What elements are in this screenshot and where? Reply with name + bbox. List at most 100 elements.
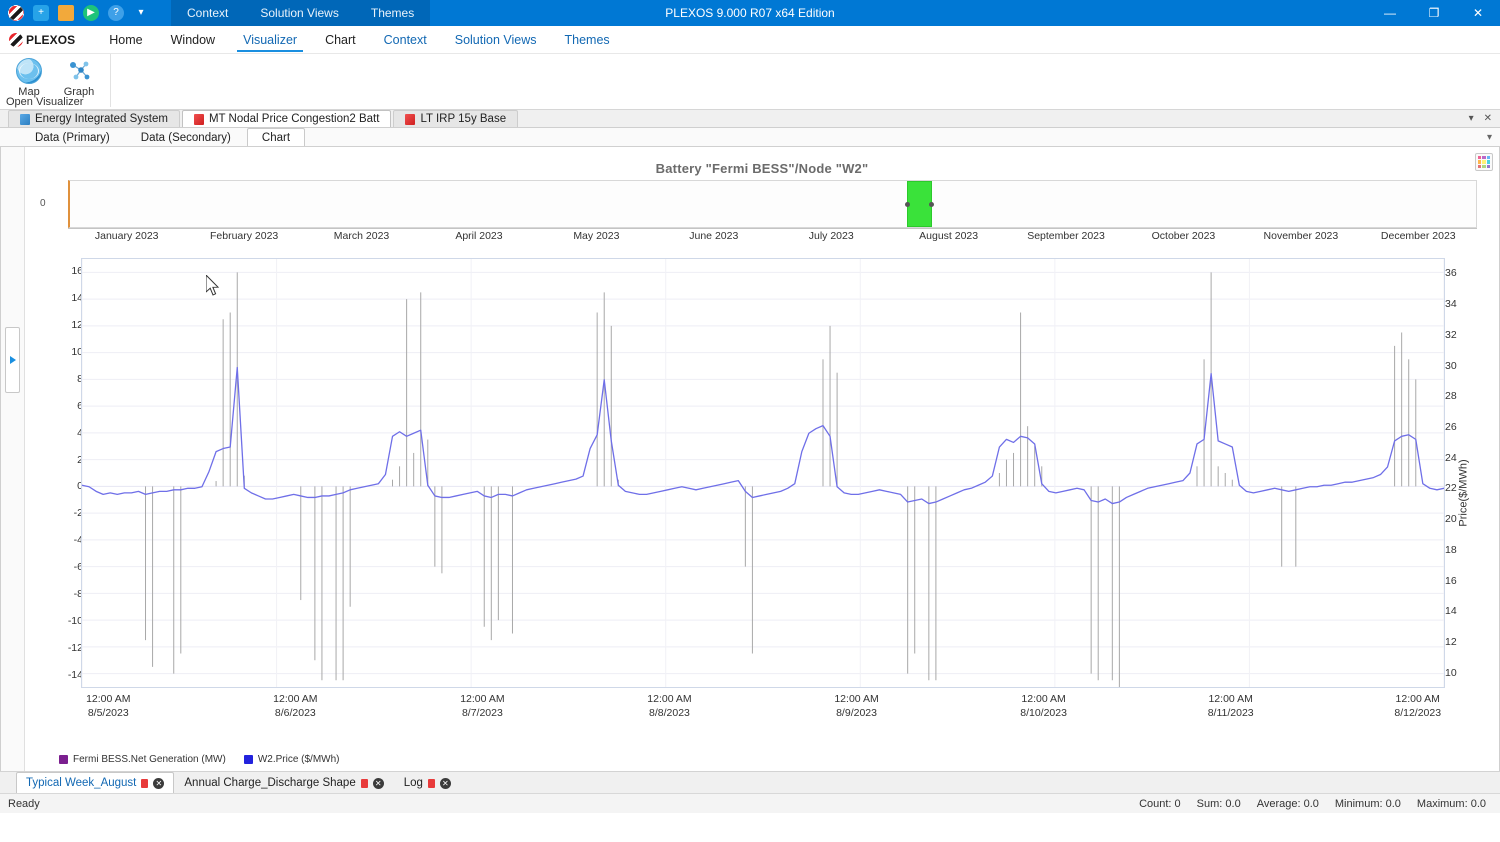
subtab-overflow-icon[interactable]: ▾ <box>1487 132 1492 143</box>
x-axis-tick: 12:00 AM8/6/2023 <box>273 692 317 720</box>
main-plot: Net Generation(MW) Price($/MWh) 16141210… <box>25 258 1499 728</box>
tab-data-secondary[interactable]: Data (Secondary) <box>126 128 246 146</box>
qat-dropdown-icon[interactable]: ▾ <box>133 5 149 21</box>
legend-swatch <box>59 755 68 764</box>
legend-label: W2.Price ($/MWh) <box>258 754 340 765</box>
plot-area[interactable] <box>81 258 1445 688</box>
menu-home[interactable]: Home <box>95 26 156 54</box>
menu-visualizer[interactable]: Visualizer <box>229 26 311 54</box>
legend-item-price[interactable]: W2.Price ($/MWh) <box>244 754 340 765</box>
titlebar-tab-solution-views[interactable]: Solution Views <box>244 0 355 26</box>
x-tick-date: 8/8/2023 <box>647 706 691 720</box>
overview-zero-label: 0 <box>40 198 46 209</box>
document-icon <box>405 114 415 125</box>
bottom-tab-strip: Typical Week_August ✕ Annual Charge_Disc… <box>0 771 1500 793</box>
ribbon-panel: Map Graph Open Visualizer <box>0 54 1500 109</box>
title-bar: + ▶ ? ▾ Context Solution Views Themes PL… <box>0 0 1500 26</box>
new-icon[interactable]: + <box>33 5 49 21</box>
y-axis-ticks-right: 3634323028262422201816141210 <box>1445 258 1481 688</box>
bottom-tab-log[interactable]: Log ✕ <box>394 772 461 793</box>
pin-icon[interactable] <box>141 779 148 788</box>
menu-solution-views[interactable]: Solution Views <box>441 26 551 54</box>
bottom-tab-label: Log <box>404 777 423 789</box>
overview-month-tick: October 2023 <box>1152 230 1216 242</box>
status-stats: Count: 0 Sum: 0.0 Average: 0.0 Minimum: … <box>1139 798 1492 810</box>
titlebar-tab-context[interactable]: Context <box>171 0 244 26</box>
overview-axis-line <box>68 228 1477 229</box>
quick-access-toolbar: + ▶ ? ▾ <box>0 5 149 21</box>
color-palette-button[interactable] <box>1475 153 1493 171</box>
maximize-button[interactable]: ❐ <box>1412 0 1456 26</box>
doctab-lt-irp-15y-base[interactable]: LT IRP 15y Base <box>393 110 518 127</box>
window-controls: — ❐ ✕ <box>1368 0 1500 26</box>
plexos-logo-icon <box>8 5 24 21</box>
y-axis-tick-right: 16 <box>1445 575 1457 587</box>
y-axis-tick-right: 34 <box>1445 298 1457 310</box>
bottom-tab-typical-week-august[interactable]: Typical Week_August ✕ <box>16 772 174 793</box>
close-icon[interactable]: ✕ <box>440 778 451 789</box>
overview-month-tick: June 2023 <box>689 230 738 242</box>
overview-month-tick: February 2023 <box>210 230 278 242</box>
overview-month-tick: November 2023 <box>1264 230 1339 242</box>
plexos-brand-icon <box>9 33 23 47</box>
pin-icon[interactable] <box>428 779 435 788</box>
menu-chart[interactable]: Chart <box>311 26 370 54</box>
x-tick-date: 8/5/2023 <box>86 706 130 720</box>
y-axis-tick-right: 36 <box>1445 267 1457 279</box>
range-selector[interactable]: 0 January 2023February 2023March 2023Apr… <box>48 180 1477 252</box>
document-icon <box>194 114 204 125</box>
x-axis-ticks: 12:00 AM8/5/202312:00 AM8/6/202312:00 AM… <box>81 692 1445 726</box>
titlebar-tab-themes[interactable]: Themes <box>355 0 430 26</box>
menu-window[interactable]: Window <box>157 26 229 54</box>
x-tick-date: 8/6/2023 <box>273 706 317 720</box>
network-graph-icon <box>58 56 100 86</box>
x-axis-tick: 12:00 AM8/12/2023 <box>1394 692 1441 720</box>
y-axis-tick-right: 28 <box>1445 390 1457 402</box>
minimize-button[interactable]: — <box>1368 0 1412 26</box>
overview-month-tick: September 2023 <box>1027 230 1105 242</box>
document-icon <box>20 114 30 125</box>
menu-themes[interactable]: Themes <box>551 26 624 54</box>
tab-overflow-icon[interactable]: ▾ <box>1469 113 1474 124</box>
range-selection[interactable] <box>907 181 932 227</box>
run-icon[interactable]: ▶ <box>83 5 99 21</box>
overview-plot[interactable] <box>68 180 1477 228</box>
x-tick-date: 8/12/2023 <box>1394 706 1441 720</box>
overview-month-tick: July 2023 <box>809 230 854 242</box>
pin-icon[interactable] <box>361 779 368 788</box>
doctab-mt-nodal-price-congestion2-batt[interactable]: MT Nodal Price Congestion2 Batt <box>182 110 391 127</box>
tab-chart[interactable]: Chart <box>247 128 305 146</box>
sub-tabs-controls: ▾ <box>1487 128 1500 146</box>
menu-context[interactable]: Context <box>370 26 441 54</box>
y-axis-tick-right: 32 <box>1445 329 1457 341</box>
doctab-label: MT Nodal Price Congestion2 Batt <box>209 113 379 125</box>
expand-panel-button[interactable] <box>5 327 20 393</box>
overview-month-tick: March 2023 <box>334 230 389 242</box>
x-tick-date: 8/7/2023 <box>460 706 504 720</box>
tab-close-icon[interactable]: ✕ <box>1484 113 1492 124</box>
close-icon[interactable]: ✕ <box>153 778 164 789</box>
status-sum: Sum: 0.0 <box>1197 798 1241 810</box>
close-icon[interactable]: ✕ <box>373 778 384 789</box>
tab-data-primary[interactable]: Data (Primary) <box>20 128 125 146</box>
overview-month-tick: August 2023 <box>919 230 978 242</box>
x-tick-time: 12:00 AM <box>1394 692 1441 706</box>
x-tick-time: 12:00 AM <box>1208 692 1254 706</box>
open-folder-icon[interactable] <box>58 5 74 21</box>
range-handle-left[interactable] <box>905 202 910 207</box>
document-tabs-controls: ▾ ✕ <box>1469 110 1500 127</box>
range-handle-right[interactable] <box>929 202 934 207</box>
y-axis-tick-right: 22 <box>1445 482 1457 494</box>
x-axis-tick: 12:00 AM8/5/2023 <box>86 692 130 720</box>
doctab-energy-integrated-system[interactable]: Energy Integrated System <box>8 110 180 127</box>
close-button[interactable]: ✕ <box>1456 0 1500 26</box>
bottom-tab-annual-charge-discharge-shape[interactable]: Annual Charge_Discharge Shape ✕ <box>174 772 393 793</box>
chevron-right-icon <box>10 356 16 364</box>
bottom-tab-label: Typical Week_August <box>26 777 136 789</box>
overview-month-tick: April 2023 <box>455 230 502 242</box>
x-axis-tick: 12:00 AM8/9/2023 <box>834 692 878 720</box>
overview-month-tick: December 2023 <box>1381 230 1456 242</box>
legend-item-net-generation[interactable]: Fermi BESS.Net Generation (MW) <box>59 754 226 765</box>
help-icon[interactable]: ? <box>108 5 124 21</box>
x-tick-date: 8/9/2023 <box>834 706 878 720</box>
